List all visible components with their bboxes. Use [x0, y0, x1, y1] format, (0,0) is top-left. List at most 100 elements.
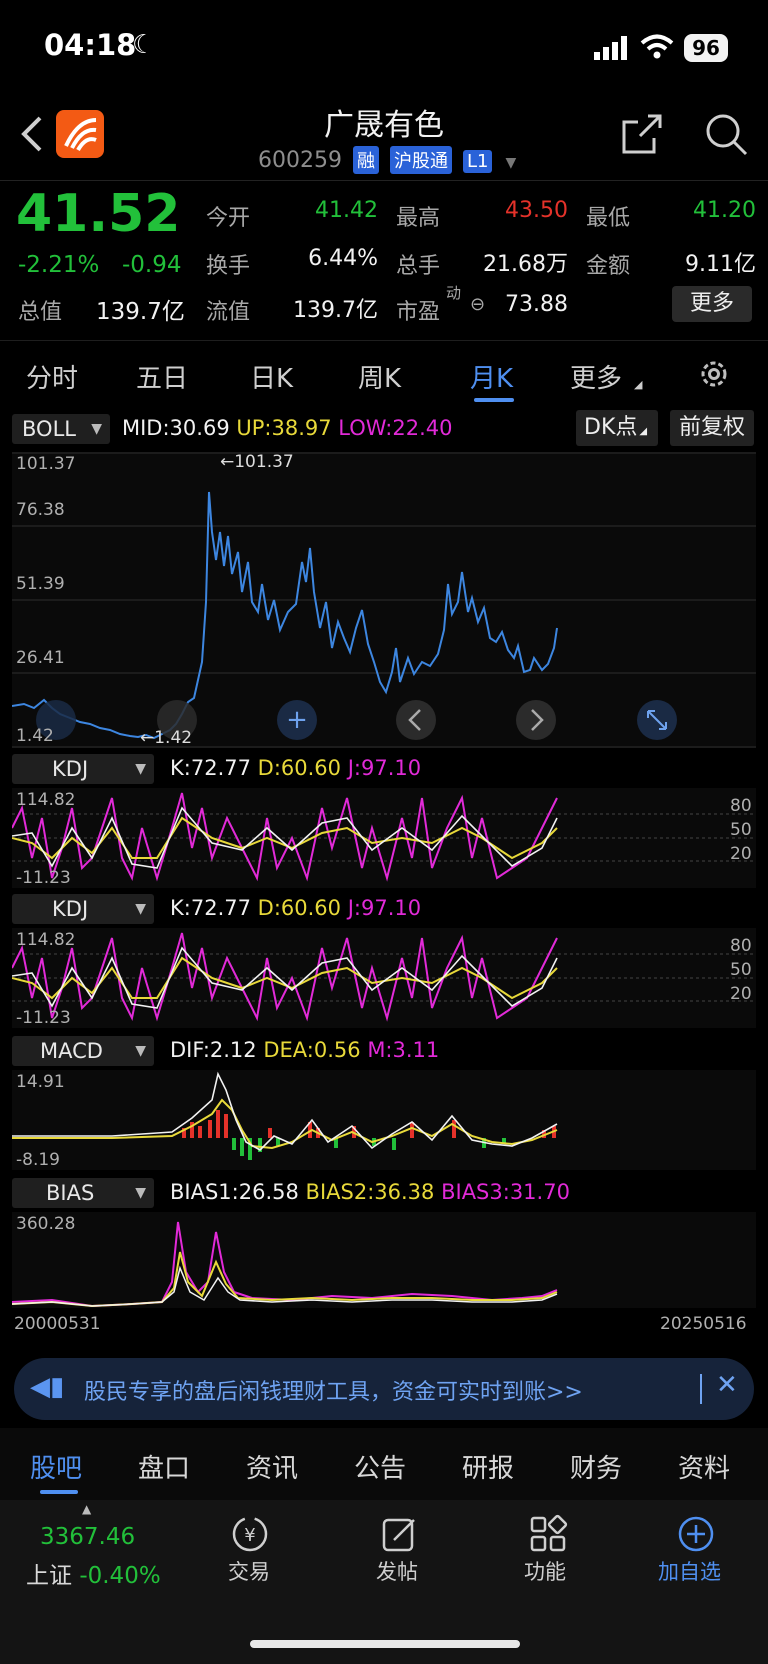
- gear-icon[interactable]: [698, 358, 730, 390]
- macd-m: M:3.11: [367, 1038, 440, 1062]
- nav-add-watchlist-label[interactable]: 加自选: [658, 1556, 721, 1586]
- more-corner-icon: ◢: [634, 378, 643, 391]
- tab-monthly-k[interactable]: 月K: [470, 358, 513, 395]
- trade-icon[interactable]: ¥: [230, 1514, 270, 1554]
- tab-more[interactable]: 更多: [570, 358, 622, 395]
- chevron-up-icon[interactable]: ▲: [82, 1502, 91, 1516]
- y-tick: 1.42: [16, 726, 54, 746]
- kdj2-k: K:72.77: [170, 896, 251, 920]
- macd-dea: DEA:0.56: [263, 1038, 361, 1062]
- chevron-down-icon: ▼: [135, 1043, 146, 1059]
- svg-text:+: +: [286, 705, 308, 735]
- bias-values: BIAS1:26.58 BIAS2:36.38 BIAS3:31.70: [170, 1180, 570, 1204]
- tab-active-underline: [40, 1490, 78, 1494]
- nav-post-label[interactable]: 发帖: [376, 1556, 418, 1586]
- tab-five-day[interactable]: 五日: [136, 358, 188, 395]
- boll-selector[interactable]: BOLL ▼: [12, 414, 110, 444]
- tab-weekly-k[interactable]: 周K: [358, 358, 401, 395]
- bias-chart: [12, 1212, 756, 1308]
- tab-announcements[interactable]: 公告: [354, 1448, 406, 1485]
- float-value: 139.7亿: [293, 298, 378, 323]
- amount-value: 9.11亿: [685, 252, 756, 277]
- chevron-down-icon: ▼: [135, 901, 146, 917]
- kdj-d: D:60.60: [257, 756, 342, 780]
- macd-y-bottom: -8.19: [16, 1150, 60, 1170]
- bias-selector-label: BIAS: [46, 1181, 95, 1205]
- y-tick: 51.39: [16, 574, 65, 594]
- boll-values: MID:30.69 UP:38.97 LOW:22.40: [122, 416, 453, 440]
- tab-news[interactable]: 资讯: [246, 1448, 298, 1485]
- bias-y-top: 360.28: [16, 1214, 76, 1234]
- amount-label: 金额: [586, 254, 631, 279]
- kdj2-level-80: 80: [730, 936, 752, 956]
- high-label: 最高: [396, 206, 441, 231]
- chart-float-controls: +: [36, 700, 677, 740]
- price-chart[interactable]: +: [12, 452, 756, 748]
- index-row[interactable]: 上证 -0.40%: [26, 1556, 161, 1590]
- kdj2-y-top: 114.82: [16, 930, 76, 950]
- mcap-value: 139.7亿: [96, 299, 185, 325]
- pe-dynamic-mark: 动: [446, 284, 462, 302]
- bias-1: BIAS1:26.58: [170, 1180, 299, 1204]
- tab-profile[interactable]: 资料: [678, 1448, 730, 1485]
- stock-code-row: 600259 融 沪股通 L1 ▼: [258, 146, 516, 174]
- high-value: 43.50: [505, 198, 568, 223]
- bias-3: BIAS3:31.70: [441, 1180, 570, 1204]
- float-label: 流值: [206, 300, 251, 325]
- kdj2-selector[interactable]: KDJ ▼: [12, 894, 154, 924]
- tab-orderbook[interactable]: 盘口: [138, 1448, 190, 1485]
- dk-point-button[interactable]: DK点 ◢: [576, 410, 658, 446]
- chevron-down-icon[interactable]: ▼: [505, 155, 516, 171]
- macd-values: DIF:2.12 DEA:0.56 M:3.11: [170, 1038, 439, 1062]
- promo-banner[interactable]: ◀▮ 股民专享的盘后闲钱理财工具，资金可实时到账>> ✕: [14, 1358, 754, 1420]
- moon-icon: ☾: [132, 30, 156, 60]
- bias-3-line: [12, 1221, 558, 1308]
- add-circle-icon[interactable]: [676, 1514, 716, 1554]
- nav-trade-label[interactable]: 交易: [228, 1556, 270, 1586]
- chevron-down-icon: ▼: [91, 421, 102, 437]
- grid-icon[interactable]: [528, 1514, 568, 1554]
- kdj-j: J:97.10: [347, 756, 422, 780]
- kdj-level-50: 50: [730, 820, 752, 840]
- badge-level: L1: [462, 150, 493, 173]
- date-start-label: 20000531: [14, 1314, 101, 1334]
- turnover-label: 换手: [206, 254, 251, 279]
- kdj-selector[interactable]: KDJ ▼: [12, 754, 154, 784]
- boll-up: UP:38.97: [236, 416, 332, 440]
- kdj2-level-50: 50: [730, 960, 752, 980]
- tab-forum[interactable]: 股吧: [30, 1448, 82, 1485]
- boll-low: LOW:22.40: [338, 416, 453, 440]
- search-icon[interactable]: [704, 112, 748, 156]
- open-value: 41.42: [315, 198, 378, 223]
- index-change: -0.40%: [79, 1563, 161, 1589]
- y-tick: 26.41: [16, 648, 65, 668]
- compose-icon[interactable]: [380, 1514, 420, 1554]
- close-icon[interactable]: ✕: [716, 1370, 738, 1400]
- kdj2-j: J:97.10: [347, 896, 422, 920]
- min-price-marker: ←1.42: [140, 728, 193, 748]
- adjust-mode-button[interactable]: 前复权: [670, 410, 754, 446]
- more-button[interactable]: 更多: [672, 286, 752, 322]
- kdj2-selector-label: KDJ: [52, 897, 89, 921]
- tab-finance[interactable]: 财务: [570, 1448, 622, 1485]
- kdj-selector-label: KDJ: [52, 757, 89, 781]
- index-value[interactable]: 3367.46: [40, 1524, 135, 1550]
- boll-selector-label: BOLL: [22, 417, 76, 441]
- chevron-down-icon: ▼: [135, 1185, 146, 1201]
- promo-text: 股民专享的盘后闲钱理财工具，资金可实时到账>>: [84, 1380, 583, 1405]
- share-icon[interactable]: [620, 112, 664, 156]
- kdj2-y-bottom: -11.23: [16, 1008, 71, 1028]
- kdj-y-top: 114.82: [16, 790, 76, 810]
- tab-daily-k[interactable]: 日K: [250, 358, 293, 395]
- bias-selector[interactable]: BIAS ▼: [12, 1178, 154, 1208]
- svg-text:¥: ¥: [244, 1525, 255, 1546]
- tab-research[interactable]: 研报: [462, 1448, 514, 1485]
- badge-margin: 融: [352, 146, 379, 174]
- mcap-label: 总值: [18, 300, 63, 325]
- tab-intraday[interactable]: 分时: [26, 358, 78, 395]
- macd-dif: DIF:2.12: [170, 1038, 257, 1062]
- nav-function-label[interactable]: 功能: [524, 1556, 566, 1586]
- bias-2: BIAS2:36.38: [305, 1180, 435, 1204]
- volume-value: 21.68万: [483, 252, 568, 277]
- macd-selector[interactable]: MACD ▼: [12, 1036, 154, 1066]
